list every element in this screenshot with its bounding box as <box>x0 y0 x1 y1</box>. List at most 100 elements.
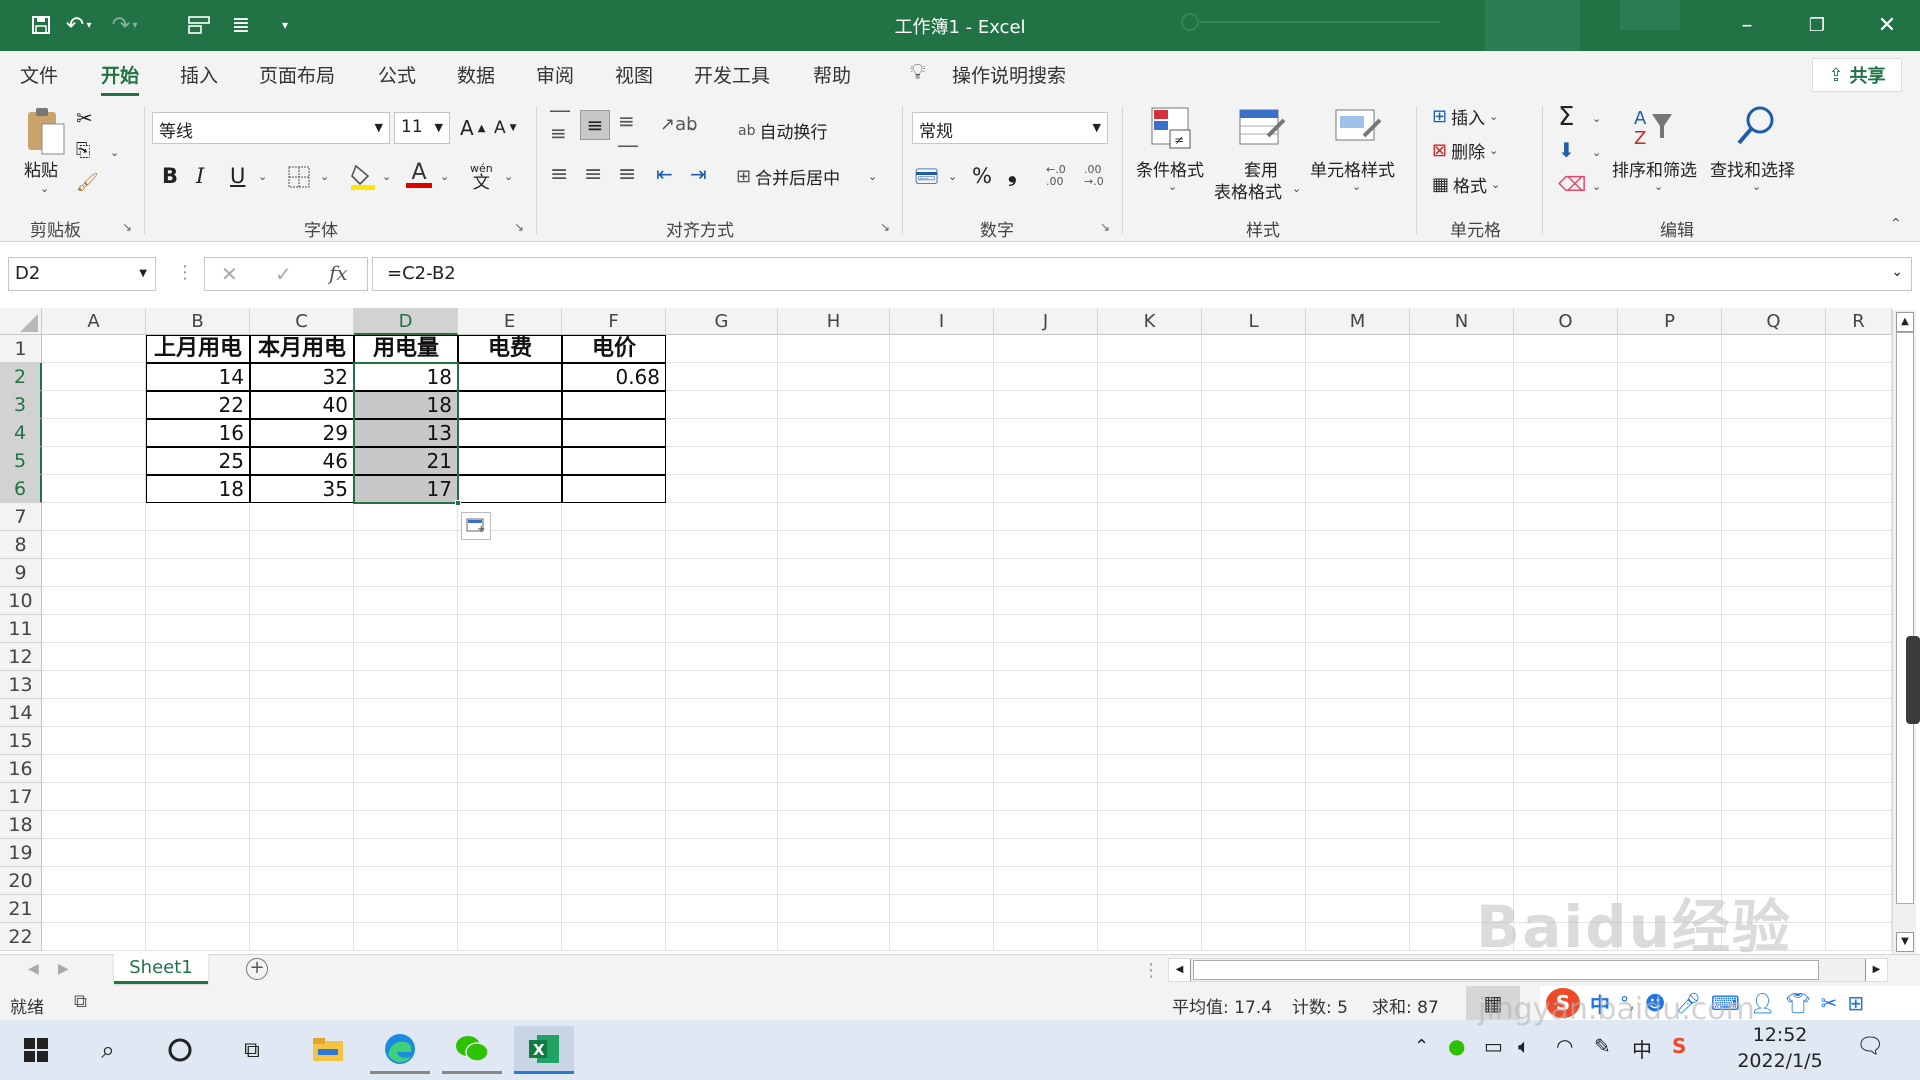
copy-dropdown-icon[interactable]: ⌄ <box>110 146 119 159</box>
share-button[interactable]: ⇪ 共享 <box>1812 58 1902 92</box>
add-sheet-icon[interactable]: + <box>246 958 268 980</box>
comma-button[interactable]: ❟ <box>1008 162 1017 187</box>
tab-view[interactable]: 视图 <box>615 61 653 88</box>
select-all-corner[interactable] <box>0 308 42 335</box>
scroll-left-icon[interactable]: ◀ <box>1169 959 1191 981</box>
tab-developer[interactable]: 开发工具 <box>694 61 770 88</box>
sheet-tab-sheet1[interactable]: Sheet1 <box>114 954 208 984</box>
cell-f4[interactable] <box>562 419 664 447</box>
prev-sheet-icon[interactable]: ◀ <box>28 961 39 977</box>
tab-formulas[interactable]: 公式 <box>378 61 416 88</box>
column-header-g[interactable]: G <box>666 308 778 335</box>
restore-icon[interactable]: ❐ <box>1782 0 1852 51</box>
fill-color-icon[interactable] <box>350 162 376 195</box>
paste-button[interactable]: 粘贴 <box>24 156 58 181</box>
row-header-6[interactable]: 6 <box>0 475 42 503</box>
quick-analysis-icon[interactable]: + <box>461 512 491 540</box>
conditional-format-button[interactable]: 条件格式 <box>1136 156 1204 181</box>
cell-c3[interactable]: 40 <box>250 391 352 419</box>
cell-e3[interactable] <box>458 391 560 419</box>
row-header-22[interactable]: 22 <box>0 923 42 951</box>
row-header-10[interactable]: 10 <box>0 587 42 615</box>
column-header-l[interactable]: L <box>1202 308 1306 335</box>
excel-taskbar-icon[interactable]: X <box>514 1026 574 1074</box>
column-header-m[interactable]: M <box>1306 308 1410 335</box>
notification-icon[interactable]: 🗨︎ <box>1856 1034 1884 1059</box>
number-format-combo[interactable]: 常规 ▼ <box>912 112 1108 144</box>
clear-icon[interactable]: ⌫ <box>1558 172 1586 196</box>
sort-filter-icon[interactable]: AZ <box>1632 104 1676 153</box>
merge-dropdown-icon[interactable]: ⌄ <box>868 170 877 183</box>
cell-b2[interactable]: 14 <box>146 363 248 391</box>
scroll-up-icon[interactable]: ▲ <box>1896 312 1914 332</box>
tab-insert[interactable]: 插入 <box>180 61 218 88</box>
row-header-21[interactable]: 21 <box>0 895 42 923</box>
row-header-19[interactable]: 19 <box>0 839 42 867</box>
conditional-format-icon[interactable]: ≠ <box>1150 106 1194 155</box>
cell-b5[interactable]: 25 <box>146 447 248 475</box>
cell-c4[interactable]: 29 <box>250 419 352 447</box>
tray-sogou-icon[interactable]: S <box>1672 1034 1686 1058</box>
wrap-text-button[interactable]: ab 自动换行 <box>738 118 827 144</box>
orientation-dropdown-icon[interactable]: ⌄ <box>688 120 697 133</box>
cell-c2[interactable]: 32 <box>250 363 352 391</box>
column-header-f[interactable]: F <box>562 308 666 335</box>
vertical-scrollbar[interactable]: ▲ ▼ <box>1892 310 1916 954</box>
tab-file[interactable]: 文件 <box>20 61 58 88</box>
header-cell-c1[interactable]: 本月用电 <box>250 335 354 363</box>
shrink-font-button[interactable]: A ▼ <box>494 118 517 138</box>
delete-cells-button[interactable]: ⊠ 删除 ⌄ <box>1432 138 1498 163</box>
autosum-icon[interactable]: Σ <box>1558 102 1574 132</box>
row-header-7[interactable]: 7 <box>0 503 42 531</box>
collapse-ribbon-icon[interactable]: ⌃ <box>1890 216 1902 232</box>
header-cell-d1[interactable]: 用电量 <box>354 335 458 363</box>
tab-data[interactable]: 数据 <box>457 61 495 88</box>
number-launcher-icon[interactable]: ↘ <box>1100 220 1110 234</box>
insert-function-icon[interactable]: fx <box>329 261 348 285</box>
font-color-icon[interactable]: A <box>406 160 432 188</box>
cell-styles-button[interactable]: 单元格样式 <box>1310 156 1395 181</box>
row-header-13[interactable]: 13 <box>0 671 42 699</box>
table-format-button[interactable]: 表格格式 <box>1214 178 1282 203</box>
next-sheet-icon[interactable]: ▶ <box>58 961 69 977</box>
header-cell-e1[interactable]: 电费 <box>458 335 562 363</box>
wifi-icon[interactable]: ◠ <box>1556 1034 1573 1058</box>
row-header-20[interactable]: 20 <box>0 867 42 895</box>
row-header-9[interactable]: 9 <box>0 559 42 587</box>
column-header-q[interactable]: Q <box>1722 308 1826 335</box>
row-header-18[interactable]: 18 <box>0 811 42 839</box>
phonetic-dropdown-icon[interactable]: ⌄ <box>504 170 513 183</box>
font-launcher-icon[interactable]: ↘ <box>514 220 524 234</box>
column-header-b[interactable]: B <box>146 308 250 335</box>
find-select-button[interactable]: 查找和选择 <box>1710 156 1795 181</box>
decrease-indent-icon[interactable]: ⇤ <box>656 162 673 186</box>
edge-icon[interactable] <box>370 1026 430 1074</box>
fill-dropdown-icon[interactable]: ⌄ <box>1592 146 1601 159</box>
grow-font-button[interactable]: A ▲ <box>460 116 485 140</box>
tab-help[interactable]: 帮助 <box>813 61 851 88</box>
tray-chevron-icon[interactable]: ⌃ <box>1414 1036 1429 1057</box>
row-header-5[interactable]: 5 <box>0 447 42 475</box>
column-header-h[interactable]: H <box>778 308 890 335</box>
alignment-launcher-icon[interactable]: ↘ <box>880 220 890 234</box>
cell-e5[interactable] <box>458 447 560 475</box>
search-icon[interactable]: ⌕ <box>78 1026 138 1074</box>
minimize-icon[interactable]: – <box>1712 0 1782 51</box>
cell-c6[interactable]: 35 <box>250 475 352 503</box>
cell-b3[interactable]: 22 <box>146 391 248 419</box>
column-header-i[interactable]: I <box>890 308 994 335</box>
autosum-dropdown-icon[interactable]: ⌄ <box>1592 112 1601 125</box>
copy-icon[interactable]: ⎘ <box>76 140 90 161</box>
cell-c5[interactable]: 46 <box>250 447 352 475</box>
increase-decimal-icon[interactable]: ←.0.00 <box>1046 164 1066 188</box>
column-header-o[interactable]: O <box>1514 308 1618 335</box>
row-header-4[interactable]: 4 <box>0 419 42 447</box>
row-header-1[interactable]: 1 <box>0 335 42 363</box>
column-header-e[interactable]: E <box>458 308 562 335</box>
conditional-format-dropdown-icon[interactable]: ⌄ <box>1168 180 1177 193</box>
row-header-15[interactable]: 15 <box>0 727 42 755</box>
tray-wechat-icon[interactable]: ● <box>1448 1034 1465 1058</box>
close-icon[interactable]: ✕ <box>1852 0 1920 51</box>
clock-time[interactable]: 12:52 <box>1740 1024 1820 1046</box>
row-header-11[interactable]: 11 <box>0 615 42 643</box>
